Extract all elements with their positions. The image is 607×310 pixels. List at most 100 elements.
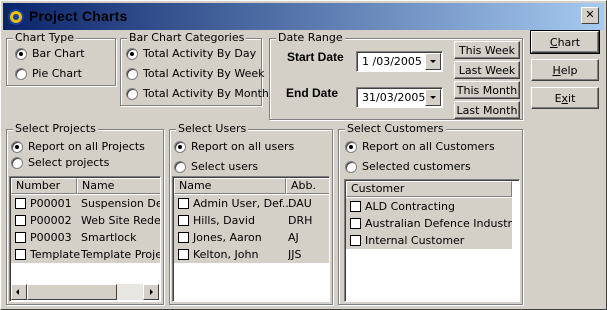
row-checkbox[interactable] (350, 201, 361, 212)
row-checkbox[interactable] (178, 215, 189, 226)
end-date-label: End Date (286, 86, 339, 100)
radio-dot (345, 140, 357, 153)
projects-hscrollbar[interactable] (11, 284, 159, 300)
column-name[interactable]: Name (174, 178, 286, 194)
row-checkbox[interactable] (350, 218, 361, 229)
title-bar[interactable]: Project Charts ✕ (3, 3, 604, 30)
table-row[interactable]: Australian Defence Industries (346, 215, 512, 232)
column-number[interactable]: Number (11, 178, 77, 194)
select-users-label: Select users (191, 160, 259, 173)
table-row[interactable]: Internal Customer (346, 232, 512, 249)
row-checkbox[interactable] (178, 232, 189, 243)
projects-list[interactable]: Number Name P00001 Suspension Design P00… (9, 176, 161, 302)
row-checkbox[interactable] (178, 249, 189, 260)
select-customers-legend: Select Customers (345, 122, 446, 135)
users-rows: Admin User, Def... DAU Hills, David DRH … (174, 195, 329, 263)
table-row[interactable]: P00001 Suspension Design (11, 195, 160, 212)
bar-chart-radio[interactable]: Bar Chart (15, 47, 85, 60)
chart-button[interactable]: Chart (530, 30, 600, 54)
customers-list[interactable]: Customer ALD Contracting Australian Defe… (344, 179, 520, 302)
radio-dot (174, 160, 186, 173)
row-checkbox[interactable] (350, 235, 361, 246)
all-customers-radio[interactable]: Report on all Customers (345, 140, 495, 153)
selected-customers-label: Selected customers (362, 160, 471, 173)
pie-chart-radio[interactable]: Pie Chart (15, 67, 82, 80)
table-row[interactable]: Hills, David DRH (174, 212, 329, 229)
chevron-down-icon[interactable] (425, 53, 441, 70)
project-number: P00003 (30, 231, 72, 244)
end-date-picker[interactable]: 31/03/2005 (356, 87, 443, 108)
table-row[interactable]: P00002 Web Site Redesign (11, 212, 160, 229)
all-projects-radio[interactable]: Report on all Projects (11, 140, 145, 153)
project-name: Smartlock (81, 231, 137, 244)
row-checkbox[interactable] (15, 232, 26, 243)
exit-button[interactable]: Ex it (531, 87, 599, 109)
table-row[interactable]: Kelton, John JJS (174, 246, 329, 263)
row-checkbox[interactable] (178, 198, 189, 209)
users-list-header: Name Abb. (174, 178, 329, 194)
project-number: P00001 (30, 197, 72, 210)
scroll-left-icon[interactable] (11, 284, 27, 300)
column-name[interactable]: Name (77, 178, 160, 194)
radio-dot (126, 47, 138, 60)
all-customers-label: Report on all Customers (362, 140, 495, 153)
start-date-value: 1 /03/2005 (362, 55, 422, 68)
start-date-picker[interactable]: 1 /03/2005 (356, 51, 443, 72)
select-projects-group: Select Projects Report on all Projects S… (6, 122, 164, 305)
bar-chart-label: Bar Chart (32, 47, 85, 60)
radio-dot (15, 47, 27, 60)
column-customer[interactable]: Customer (346, 181, 512, 197)
radio-dot (11, 156, 23, 169)
customer-name: ALD Contracting (365, 200, 455, 213)
radio-dot (15, 67, 27, 80)
close-button[interactable]: ✕ (581, 7, 599, 24)
table-row[interactable]: ALD Contracting (346, 198, 512, 215)
exit-button-post: it (568, 91, 576, 105)
user-abbreviation: JJS (288, 248, 302, 261)
date-range-legend: Date Range (276, 31, 345, 44)
last-month-button[interactable]: Last Month (454, 101, 520, 119)
help-button-mnemonic: H (552, 63, 561, 77)
activity-by-day-radio[interactable]: Total Activity By Day (126, 47, 256, 60)
select-users-radio[interactable]: Select users (174, 160, 258, 173)
this-month-button[interactable]: This Month (454, 81, 520, 99)
bar-categories-group: Bar Chart Categories Total Activity By D… (120, 31, 269, 106)
all-users-label: Report on all users (191, 140, 295, 153)
select-projects-radio[interactable]: Select projects (11, 156, 109, 169)
app-icon (8, 9, 24, 25)
user-abbreviation: DRH (288, 214, 313, 227)
select-customers-group: Select Customers Report on all Customers… (338, 122, 523, 305)
scroll-right-icon[interactable] (143, 284, 159, 300)
select-users-group: Select Users Report on all users Select … (169, 122, 333, 305)
user-name: Hills, David (193, 214, 255, 227)
row-checkbox[interactable] (15, 215, 26, 226)
exit-button-pre: E (554, 91, 562, 105)
selected-customers-radio[interactable]: Selected customers (345, 160, 471, 173)
customer-name: Internal Customer (365, 234, 465, 247)
row-checkbox[interactable] (15, 249, 26, 260)
this-week-button[interactable]: This Week (454, 41, 520, 59)
activity-by-week-radio[interactable]: Total Activity By Week (126, 67, 265, 80)
last-week-button[interactable]: Last Week (454, 61, 520, 79)
chevron-down-icon[interactable] (425, 89, 441, 106)
users-list[interactable]: Name Abb. Admin User, Def... DAU Hills, … (172, 176, 330, 302)
help-button-post: elp (560, 63, 578, 77)
column-abbreviation[interactable]: Abb. (286, 178, 329, 194)
table-row[interactable]: Jones, Aaron AJ (174, 229, 329, 246)
all-users-radio[interactable]: Report on all users (174, 140, 294, 153)
projects-list-header: Number Name (11, 178, 160, 194)
projects-rows: P00001 Suspension Design P00002 Web Site… (11, 195, 160, 263)
scroll-thumb[interactable] (27, 284, 117, 300)
table-row[interactable]: Template Template Project (11, 246, 160, 263)
help-button[interactable]: Help (531, 59, 599, 81)
customers-rows: ALD Contracting Australian Defence Indus… (346, 198, 512, 249)
activity-by-day-label: Total Activity By Day (143, 47, 257, 60)
select-projects-legend: Select Projects (13, 122, 98, 135)
scroll-track[interactable] (117, 284, 143, 300)
table-row[interactable]: P00003 Smartlock (11, 229, 160, 246)
table-row[interactable]: Admin User, Def... DAU (174, 195, 329, 212)
user-name: Jones, Aaron (193, 231, 262, 244)
activity-by-month-radio[interactable]: Total Activity By Month (126, 87, 269, 100)
row-checkbox[interactable] (15, 198, 26, 209)
chart-button-post: hart (557, 35, 581, 49)
